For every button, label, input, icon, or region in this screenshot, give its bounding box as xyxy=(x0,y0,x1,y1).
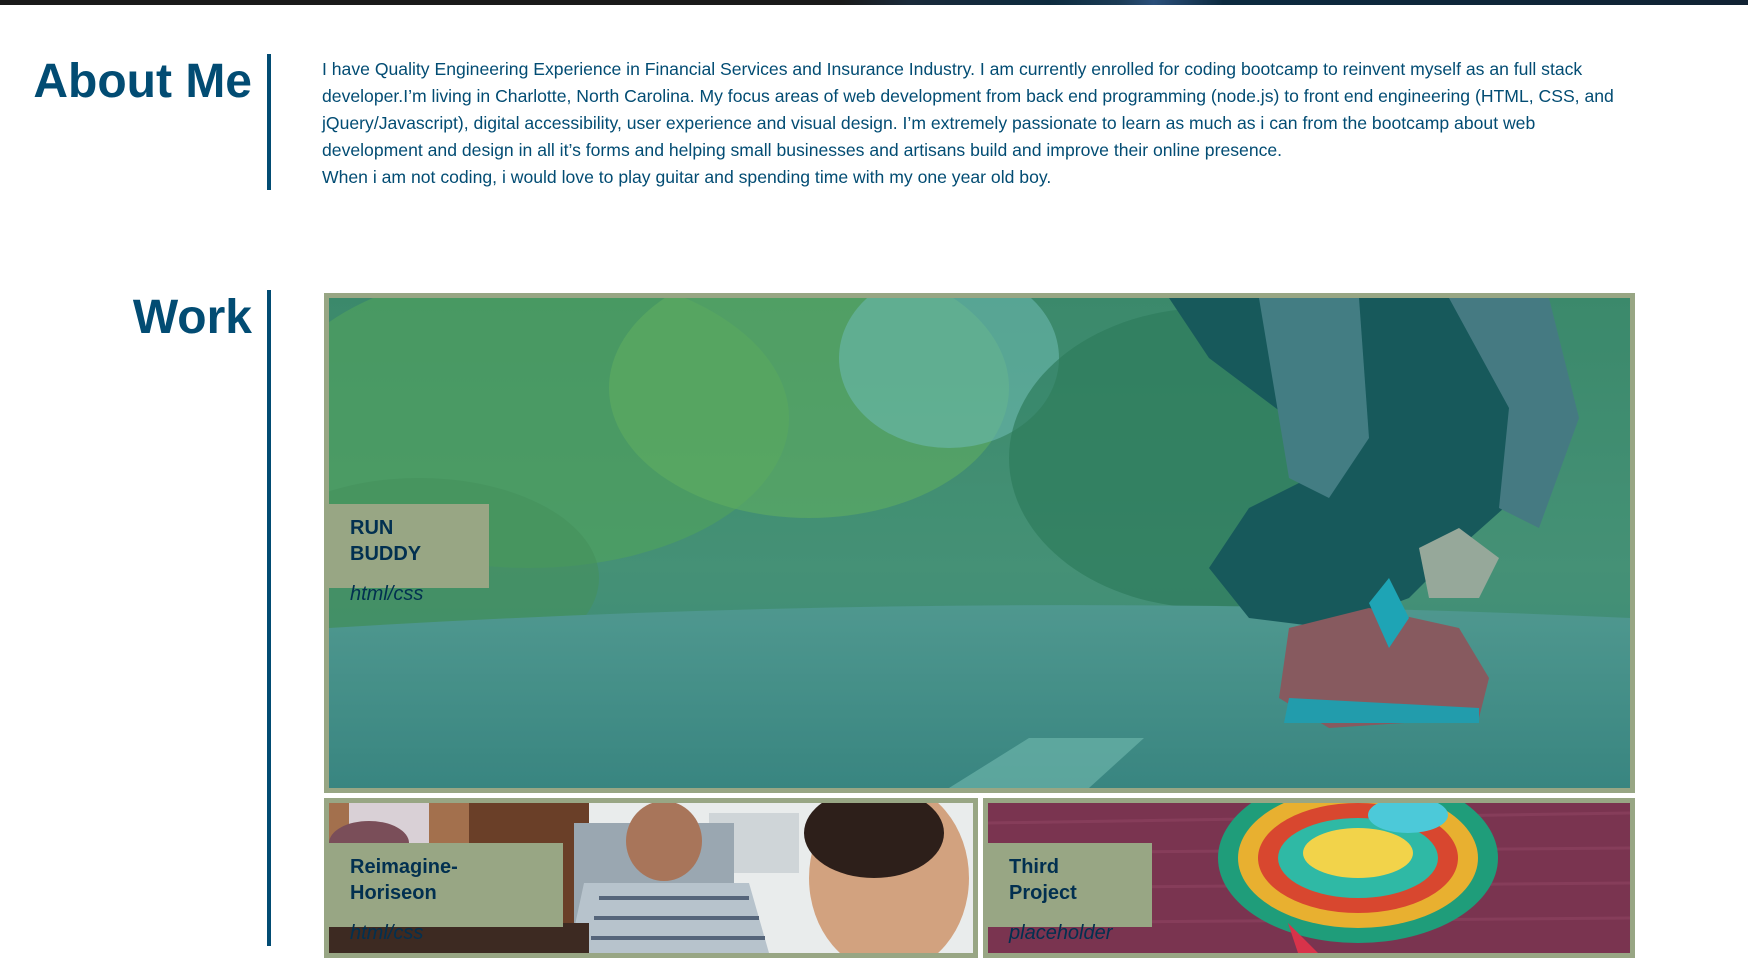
about-body: I have Quality Engineering Experience in… xyxy=(322,56,1622,191)
project-card-run-buddy[interactable]: RUN BUDDY html/css xyxy=(324,293,1635,793)
about-divider xyxy=(267,54,271,190)
project-name: RUN BUDDY xyxy=(350,517,422,565)
about-paragraph: I have Quality Engineering Experience in… xyxy=(322,59,1614,160)
header-edge-strip xyxy=(0,0,1748,5)
project-card-third-project[interactable]: Third Project placeholder xyxy=(983,798,1635,958)
project-label-third-project: Third Project placeholder xyxy=(988,843,1152,944)
about-paragraph-hobbies: When i am not coding, i would love to pl… xyxy=(322,167,1052,187)
image-overlay xyxy=(329,298,1630,788)
project-label-run-buddy: RUN BUDDY html/css xyxy=(329,504,489,605)
project-name: Third Project xyxy=(1009,856,1077,904)
project-tech: placeholder xyxy=(1009,922,1113,944)
work-heading: Work xyxy=(132,291,252,344)
project-tech: html/css xyxy=(350,583,424,605)
work-divider xyxy=(267,290,271,946)
project-name: Reimagine-Horiseon xyxy=(350,856,458,904)
project-label-reimagine-horiseon: Reimagine-Horiseon html/css xyxy=(329,843,563,944)
about-heading: About Me xyxy=(33,55,252,108)
project-tech: html/css xyxy=(350,922,424,944)
project-card-reimagine-horiseon[interactable]: Reimagine-Horiseon html/css xyxy=(324,798,978,958)
